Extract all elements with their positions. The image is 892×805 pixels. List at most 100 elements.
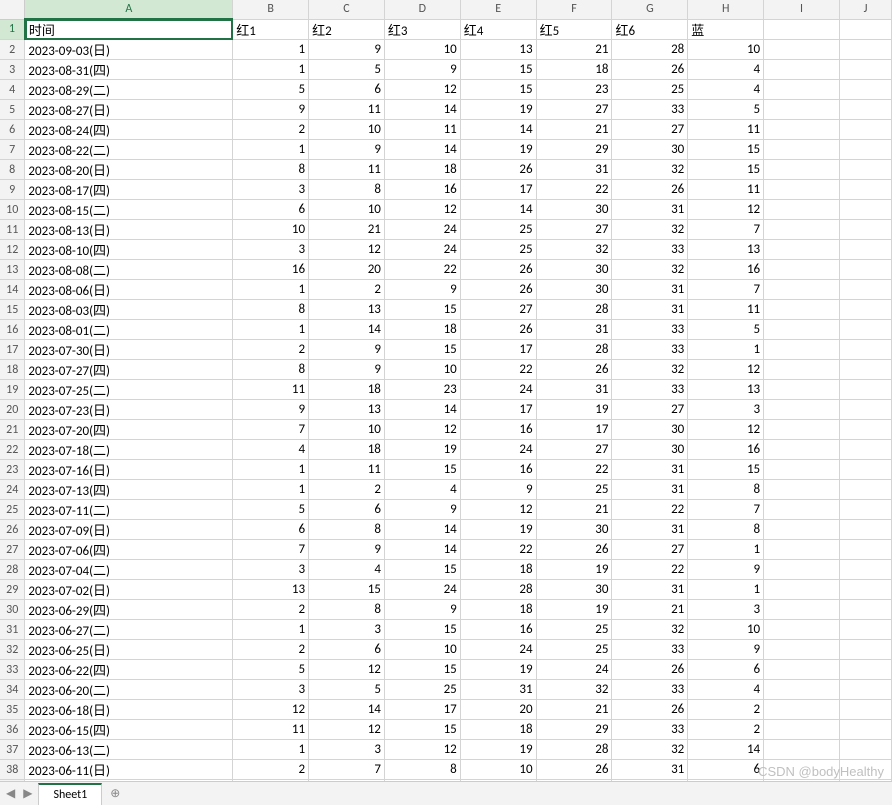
cell-I26[interactable] xyxy=(764,520,840,540)
cell-D2[interactable]: 10 xyxy=(384,40,460,60)
cell-F12[interactable]: 32 xyxy=(536,240,612,260)
cell-F14[interactable]: 30 xyxy=(536,280,612,300)
cell-C19[interactable]: 18 xyxy=(309,380,385,400)
cell-D25[interactable]: 9 xyxy=(384,500,460,520)
cell-I1[interactable] xyxy=(764,19,840,40)
cell-D29[interactable]: 24 xyxy=(384,580,460,600)
cell-D17[interactable]: 15 xyxy=(384,340,460,360)
cell-F15[interactable]: 28 xyxy=(536,300,612,320)
cell-H20[interactable]: 3 xyxy=(688,400,764,420)
cell-B33[interactable]: 5 xyxy=(233,660,309,680)
column-header-C[interactable]: C xyxy=(309,0,385,19)
cell-J22[interactable] xyxy=(839,440,891,460)
cell-A21[interactable]: 2023-07-20(四) xyxy=(25,420,233,440)
cell-C39[interactable]: 14 xyxy=(309,780,385,782)
cell-G3[interactable]: 26 xyxy=(612,60,688,80)
cell-B16[interactable]: 1 xyxy=(233,320,309,340)
sheet-nav-next[interactable]: ▶ xyxy=(23,786,32,801)
cell-F38[interactable]: 26 xyxy=(536,760,612,780)
cell-F18[interactable]: 26 xyxy=(536,360,612,380)
cell-H8[interactable]: 15 xyxy=(688,160,764,180)
cell-G38[interactable]: 31 xyxy=(612,760,688,780)
cell-H18[interactable]: 12 xyxy=(688,360,764,380)
cell-J4[interactable] xyxy=(839,80,891,100)
cell-C4[interactable]: 6 xyxy=(309,80,385,100)
cell-B4[interactable]: 5 xyxy=(233,80,309,100)
cell-F3[interactable]: 18 xyxy=(536,60,612,80)
row-header-14[interactable]: 14 xyxy=(0,280,25,300)
row-header-17[interactable]: 17 xyxy=(0,340,25,360)
cell-G5[interactable]: 33 xyxy=(612,100,688,120)
cell-A5[interactable]: 2023-08-27(日) xyxy=(25,100,233,120)
column-header-H[interactable]: H xyxy=(688,0,764,19)
cell-G13[interactable]: 32 xyxy=(612,260,688,280)
cell-G37[interactable]: 32 xyxy=(612,740,688,760)
cell-E24[interactable]: 9 xyxy=(460,480,536,500)
cell-G14[interactable]: 31 xyxy=(612,280,688,300)
cell-C6[interactable]: 10 xyxy=(309,120,385,140)
cell-G39[interactable]: 33 xyxy=(612,780,688,782)
cell-H31[interactable]: 10 xyxy=(688,620,764,640)
row-header-39[interactable]: 39 xyxy=(0,780,25,782)
cell-I28[interactable] xyxy=(764,560,840,580)
cell-D38[interactable]: 8 xyxy=(384,760,460,780)
cell-F4[interactable]: 23 xyxy=(536,80,612,100)
cell-A14[interactable]: 2023-08-06(日) xyxy=(25,280,233,300)
cell-A2[interactable]: 2023-09-03(日) xyxy=(25,40,233,60)
row-header-1[interactable]: 1 xyxy=(0,19,25,40)
row-header-33[interactable]: 33 xyxy=(0,660,25,680)
cell-J33[interactable] xyxy=(839,660,891,680)
cell-D33[interactable]: 15 xyxy=(384,660,460,680)
row-header-15[interactable]: 15 xyxy=(0,300,25,320)
cell-A37[interactable]: 2023-06-13(二) xyxy=(25,740,233,760)
cell-C15[interactable]: 13 xyxy=(309,300,385,320)
cell-F23[interactable]: 22 xyxy=(536,460,612,480)
cell-D3[interactable]: 9 xyxy=(384,60,460,80)
cell-H4[interactable]: 4 xyxy=(688,80,764,100)
cell-F21[interactable]: 17 xyxy=(536,420,612,440)
cell-J38[interactable] xyxy=(839,760,891,780)
cell-A32[interactable]: 2023-06-25(日) xyxy=(25,640,233,660)
cell-D1[interactable]: 红3 xyxy=(384,19,460,40)
cell-G31[interactable]: 32 xyxy=(612,620,688,640)
cell-C23[interactable]: 11 xyxy=(309,460,385,480)
cell-E4[interactable]: 15 xyxy=(460,80,536,100)
cell-G29[interactable]: 31 xyxy=(612,580,688,600)
cell-E20[interactable]: 17 xyxy=(460,400,536,420)
cell-I15[interactable] xyxy=(764,300,840,320)
cell-A8[interactable]: 2023-08-20(日) xyxy=(25,160,233,180)
cell-F32[interactable]: 25 xyxy=(536,640,612,660)
cell-G23[interactable]: 31 xyxy=(612,460,688,480)
cell-C30[interactable]: 8 xyxy=(309,600,385,620)
cell-E29[interactable]: 28 xyxy=(460,580,536,600)
cell-J9[interactable] xyxy=(839,180,891,200)
cell-D22[interactable]: 19 xyxy=(384,440,460,460)
row-header-4[interactable]: 4 xyxy=(0,80,25,100)
cell-J23[interactable] xyxy=(839,460,891,480)
cell-D21[interactable]: 12 xyxy=(384,420,460,440)
cell-A3[interactable]: 2023-08-31(四) xyxy=(25,60,233,80)
cell-I22[interactable] xyxy=(764,440,840,460)
column-header-J[interactable]: J xyxy=(839,0,891,19)
cell-A23[interactable]: 2023-07-16(日) xyxy=(25,460,233,480)
cell-D18[interactable]: 10 xyxy=(384,360,460,380)
cell-I8[interactable] xyxy=(764,160,840,180)
cell-F30[interactable]: 19 xyxy=(536,600,612,620)
cell-A30[interactable]: 2023-06-29(四) xyxy=(25,600,233,620)
cell-B7[interactable]: 1 xyxy=(233,140,309,160)
cell-D4[interactable]: 12 xyxy=(384,80,460,100)
cell-D8[interactable]: 18 xyxy=(384,160,460,180)
cell-J16[interactable] xyxy=(839,320,891,340)
cell-J19[interactable] xyxy=(839,380,891,400)
cell-I3[interactable] xyxy=(764,60,840,80)
cell-F17[interactable]: 28 xyxy=(536,340,612,360)
cell-D32[interactable]: 10 xyxy=(384,640,460,660)
cell-B34[interactable]: 3 xyxy=(233,680,309,700)
cell-I27[interactable] xyxy=(764,540,840,560)
cell-H2[interactable]: 10 xyxy=(688,40,764,60)
cell-E10[interactable]: 14 xyxy=(460,200,536,220)
cell-E14[interactable]: 26 xyxy=(460,280,536,300)
cell-B9[interactable]: 3 xyxy=(233,180,309,200)
cell-I21[interactable] xyxy=(764,420,840,440)
cell-H27[interactable]: 1 xyxy=(688,540,764,560)
